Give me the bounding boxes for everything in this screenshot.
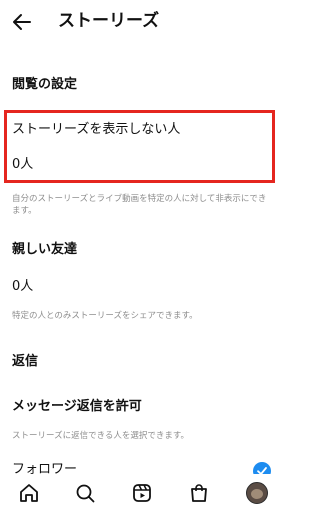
hide-story-label: ストーリーズを表示しない人 [12, 122, 181, 137]
home-icon[interactable] [18, 482, 40, 504]
close-friends-label: 親しい友達 [12, 242, 78, 257]
arrow-left-icon[interactable] [10, 10, 34, 34]
hide-story-note: 自分のストーリーズとライブ動画を特定の人に対して非表示にできます。 [12, 194, 267, 216]
search-icon[interactable] [74, 482, 96, 504]
hide-story-count: 0人 [12, 157, 34, 172]
profile-avatar[interactable] [246, 482, 268, 504]
close-friends-count: 0人 [12, 279, 34, 294]
reels-icon[interactable] [131, 482, 153, 504]
header: ストーリーズ [0, 0, 284, 44]
tab-bar [0, 474, 284, 512]
section-heading-replies: 返信 [12, 354, 39, 369]
shop-icon[interactable] [188, 482, 210, 504]
allow-replies-label: メッセージ返信を許可 [12, 399, 142, 414]
section-heading-view-settings: 閲覧の設定 [12, 77, 78, 92]
close-friends-note: 特定の人とのみストーリーズをシェアできます。 [12, 311, 198, 321]
page-title: ストーリーズ [58, 11, 160, 31]
allow-replies-note: ストーリーズに返信できる人を選択できます。 [12, 431, 190, 441]
